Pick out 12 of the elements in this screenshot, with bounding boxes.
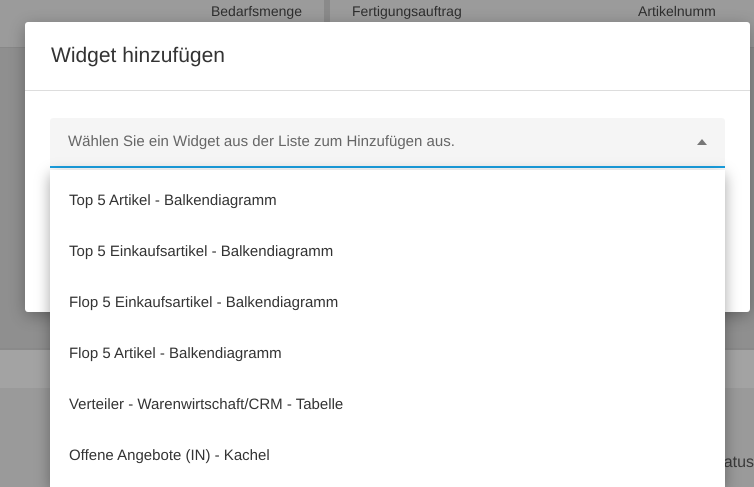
column-header: atus [724,453,754,473]
menu-option[interactable]: Top 5 Artikel - Balkendiagramm [50,176,725,227]
menu-option[interactable]: Flop 5 Einkaufsartikel - Balkendiagramm [50,278,725,329]
menu-option[interactable]: Flop 5 Artikel - Balkendiagramm [50,329,725,380]
column-header: Artikelnumm [637,2,717,21]
menu-option[interactable]: Verteiler - Warenwirtschaft/CRM - Tabelle [50,380,725,431]
column-header: Fertigungsauftrag [351,2,463,21]
caret-icon [697,139,707,145]
menu-option[interactable]: Top 5 Einkaufsartikel - Balkendiagramm [50,227,725,278]
widget-select[interactable]: Wählen Sie ein Widget aus der Liste zum Hinzufügen aus. [50,118,725,168]
menu-option[interactable]: Offene Angebote (IN) - Kachel [50,431,725,482]
dialog-title: Widget hinzufügen [25,22,750,91]
